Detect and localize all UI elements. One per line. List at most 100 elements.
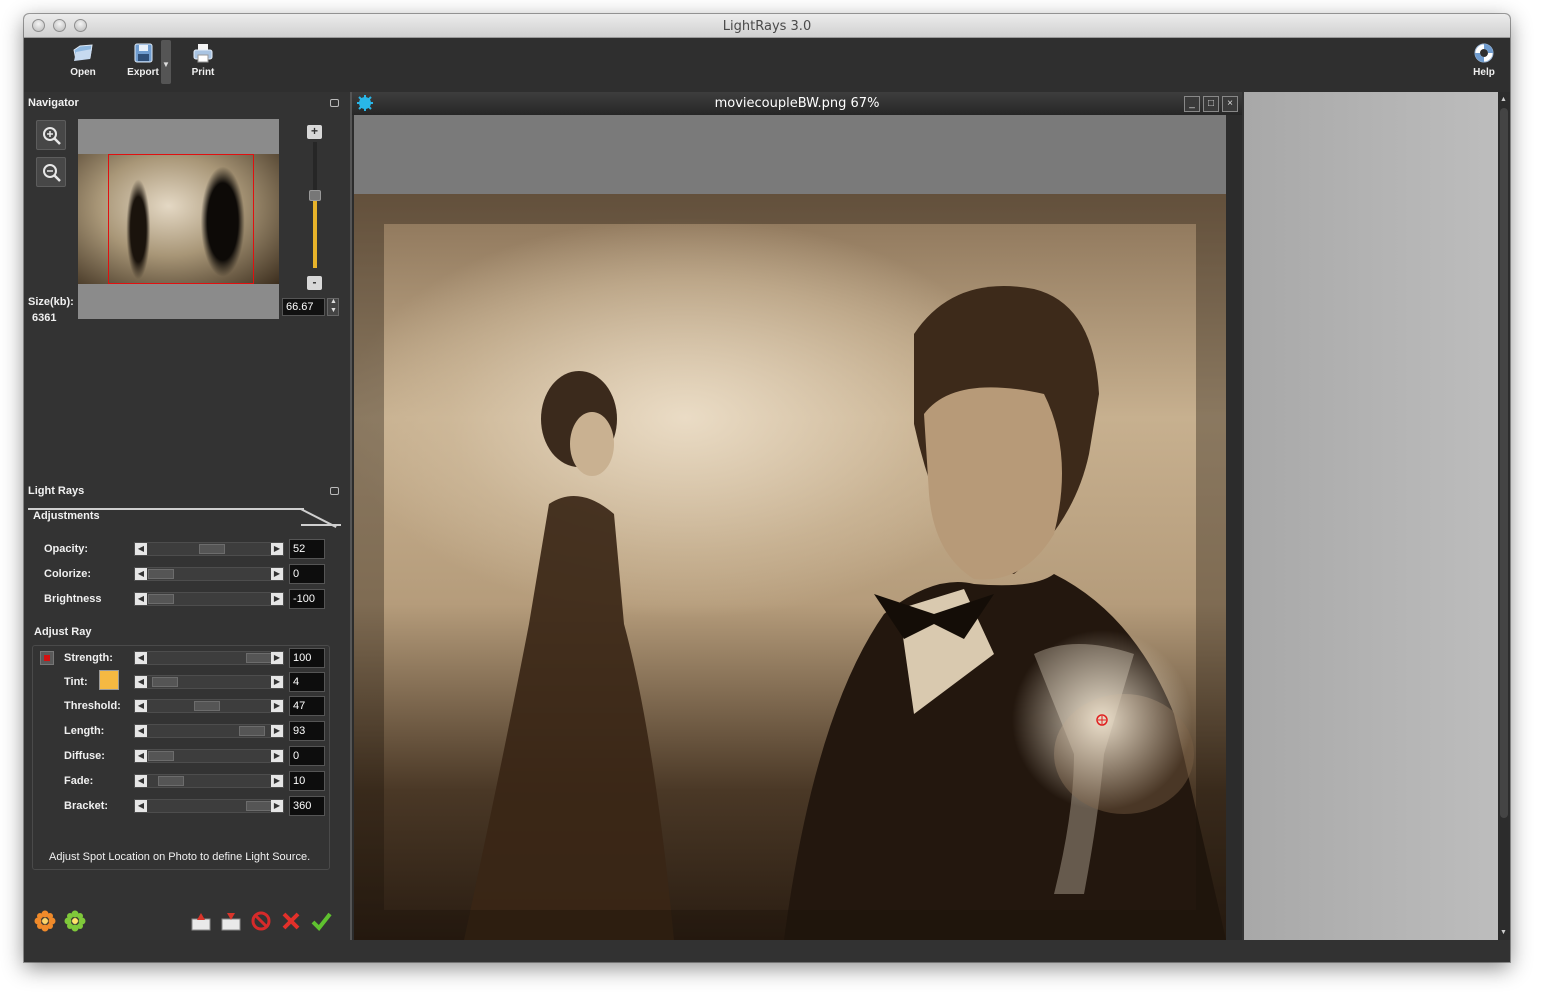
value-field[interactable]: 100: [289, 648, 325, 668]
print-button[interactable]: Print: [173, 40, 233, 86]
slider-right-arrow-icon[interactable]: ▶: [271, 725, 283, 737]
slider-left-arrow-icon[interactable]: ◀: [135, 800, 147, 812]
zoom-plus-button[interactable]: +: [307, 125, 322, 139]
value-field[interactable]: 4: [289, 672, 325, 692]
value-slider[interactable]: ◀ ▶: [134, 592, 284, 606]
slider-right-arrow-icon[interactable]: ▶: [271, 676, 283, 688]
slider-right-arrow-icon[interactable]: ▶: [271, 700, 283, 712]
flower-green-icon[interactable]: [64, 910, 86, 932]
slider-left-arrow-icon[interactable]: ◀: [135, 750, 147, 762]
left-panel: Navigator + - 66.67 ▲ ▼ Size(kb): 6361 L…: [24, 92, 346, 962]
app-badge-icon: [357, 95, 373, 111]
detach-panel-icon[interactable]: [330, 99, 339, 107]
doc-minimize-button[interactable]: _: [1184, 96, 1200, 112]
adjust-ray-title: Adjust Ray: [34, 626, 92, 638]
flower-orange-icon[interactable]: [34, 910, 56, 932]
value-slider[interactable]: ◀ ▶: [134, 699, 284, 713]
slider-right-arrow-icon[interactable]: ▶: [271, 750, 283, 762]
lifebuoy-icon: [1474, 43, 1494, 63]
open-button[interactable]: Open: [53, 40, 113, 86]
window-title: LightRays 3.0: [722, 19, 812, 34]
value-slider[interactable]: ◀ ▶: [134, 567, 284, 581]
slider-thumb[interactable]: [158, 776, 184, 786]
slider-left-arrow-icon[interactable]: ◀: [135, 568, 147, 580]
zoom-stepper[interactable]: ▲ ▼: [327, 298, 339, 316]
zoom-slider-handle[interactable]: [309, 190, 321, 201]
slider-right-arrow-icon[interactable]: ▶: [271, 593, 283, 605]
detach-panel-icon[interactable]: [330, 487, 339, 495]
slider-left-arrow-icon[interactable]: ◀: [135, 676, 147, 688]
value-field[interactable]: 47: [289, 696, 325, 716]
tab-adjustments[interactable]: Adjustments: [33, 510, 100, 522]
value-slider[interactable]: ◀ ▶: [134, 749, 284, 763]
doc-close-button[interactable]: ×: [1222, 96, 1238, 112]
zoom-out-button[interactable]: [36, 157, 66, 187]
slider-right-arrow-icon[interactable]: ▶: [271, 568, 283, 580]
help-label: Help: [1473, 67, 1495, 78]
slider-thumb[interactable]: [246, 653, 272, 663]
zoom-out-icon: [43, 164, 61, 182]
app-window: LightRays 3.0 Open Export ▼ Print Help N…: [24, 14, 1510, 962]
slider-label: Strength:: [64, 652, 113, 664]
slider-label: Brightness: [44, 593, 102, 605]
scroll-down-icon[interactable]: ▼: [1500, 929, 1507, 936]
value-slider[interactable]: ◀ ▶: [134, 675, 284, 689]
slider-left-arrow-icon[interactable]: ◀: [135, 593, 147, 605]
slider-left-arrow-icon[interactable]: ◀: [135, 775, 147, 787]
value-field[interactable]: 0: [289, 564, 325, 584]
document-title-bar: moviecoupleBW.png 67%: [352, 92, 1242, 115]
slider-right-arrow-icon[interactable]: ▶: [271, 543, 283, 555]
export-dropdown[interactable]: ▼: [161, 40, 171, 84]
zoom-minus-button[interactable]: -: [307, 276, 322, 290]
slider-thumb[interactable]: [148, 569, 174, 579]
value-field[interactable]: 0: [289, 746, 325, 766]
value-slider[interactable]: ◀ ▶: [134, 542, 284, 556]
save-preset-icon[interactable]: [220, 910, 242, 932]
zoom-slider[interactable]: [313, 142, 317, 268]
photo-image[interactable]: [354, 194, 1226, 940]
scroll-thumb[interactable]: [1500, 108, 1508, 818]
slider-thumb[interactable]: [148, 751, 174, 761]
slider-thumb[interactable]: [194, 701, 220, 711]
apply-checkmark-icon[interactable]: [310, 910, 332, 932]
slider-right-arrow-icon[interactable]: ▶: [271, 775, 283, 787]
doc-maximize-button[interactable]: □: [1203, 96, 1219, 112]
navigator-thumbnail[interactable]: [78, 119, 279, 319]
slider-left-arrow-icon[interactable]: ◀: [135, 652, 147, 664]
value-field[interactable]: 93: [289, 721, 325, 741]
tint-color-swatch[interactable]: [99, 670, 119, 690]
value-field[interactable]: 52: [289, 539, 325, 559]
scroll-up-icon[interactable]: ▲: [1500, 96, 1507, 103]
slider-left-arrow-icon[interactable]: ◀: [135, 700, 147, 712]
value-field[interactable]: 10: [289, 771, 325, 791]
slider-right-arrow-icon[interactable]: ▶: [271, 800, 283, 812]
value-slider[interactable]: ◀ ▶: [134, 724, 284, 738]
stepper-down-icon[interactable]: ▼: [330, 307, 337, 314]
slider-left-arrow-icon[interactable]: ◀: [135, 543, 147, 555]
zoom-value-field[interactable]: 66.67: [282, 298, 325, 316]
value-field[interactable]: -100: [289, 589, 325, 609]
slider-left-arrow-icon[interactable]: ◀: [135, 725, 147, 737]
slider-thumb[interactable]: [246, 801, 272, 811]
load-preset-icon[interactable]: [190, 910, 212, 932]
vertical-scrollbar[interactable]: ▲ ▼: [1498, 92, 1510, 940]
help-button[interactable]: Help: [1454, 40, 1510, 86]
slider-thumb[interactable]: [148, 594, 174, 604]
ray-enable-checkbox[interactable]: [40, 651, 54, 665]
zoom-in-button[interactable]: [36, 120, 66, 150]
value-slider[interactable]: ◀ ▶: [134, 774, 284, 788]
size-value: 6361: [32, 312, 57, 324]
value-slider[interactable]: ◀ ▶: [134, 651, 284, 665]
slider-label: Threshold:: [64, 700, 121, 712]
stepper-up-icon[interactable]: ▲: [330, 298, 337, 305]
reset-icon[interactable]: [250, 910, 272, 932]
value-field[interactable]: 360: [289, 796, 325, 816]
cancel-icon[interactable]: [280, 910, 302, 932]
viewport-rectangle[interactable]: [108, 154, 254, 284]
value-slider[interactable]: ◀ ▶: [134, 799, 284, 813]
photo-canvas[interactable]: [354, 115, 1226, 961]
slider-thumb[interactable]: [152, 677, 178, 687]
slider-right-arrow-icon[interactable]: ▶: [271, 652, 283, 664]
slider-thumb[interactable]: [199, 544, 225, 554]
slider-thumb[interactable]: [239, 726, 265, 736]
